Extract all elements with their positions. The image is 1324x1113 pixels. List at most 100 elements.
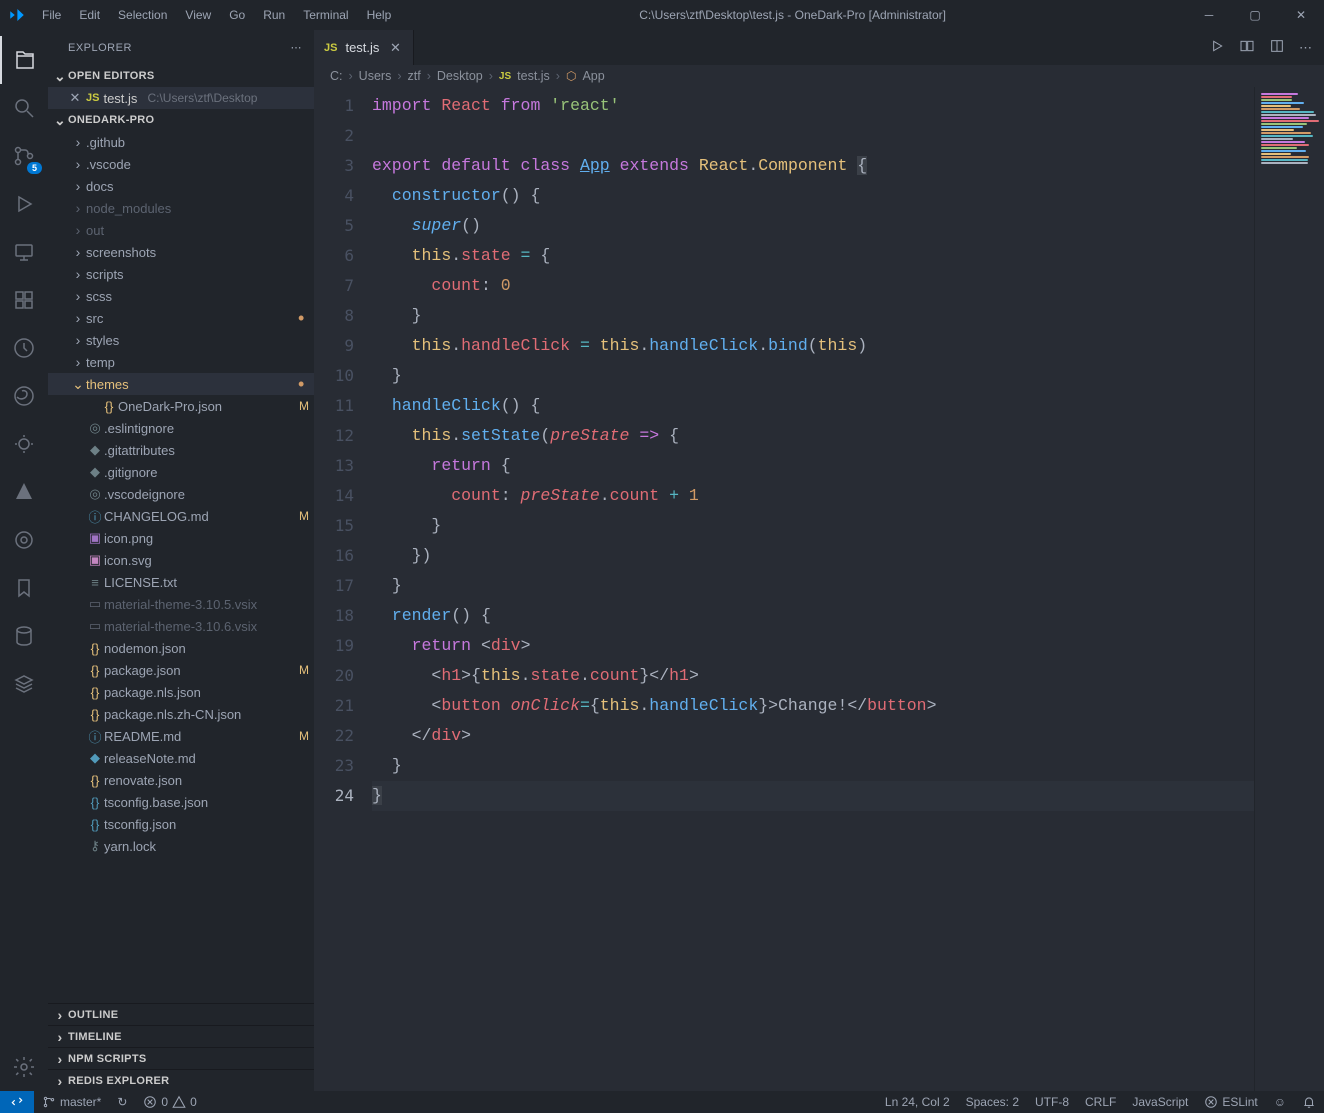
menu-item-terminal[interactable]: Terminal bbox=[295, 2, 356, 28]
menu-item-go[interactable]: Go bbox=[221, 2, 253, 28]
tree-item[interactable]: ›temp bbox=[48, 351, 314, 373]
tree-item[interactable]: ⓘREADME.mdM bbox=[48, 725, 314, 747]
close-button[interactable]: ✕ bbox=[1278, 0, 1324, 30]
maximize-button[interactable]: ▢ bbox=[1232, 0, 1278, 30]
tree-item[interactable]: ◆releaseNote.md bbox=[48, 747, 314, 769]
tree-item[interactable]: ▣icon.png bbox=[48, 527, 314, 549]
problems-indicator[interactable]: 0 0 bbox=[135, 1095, 204, 1109]
notifications-icon[interactable] bbox=[1294, 1095, 1324, 1109]
menu-item-run[interactable]: Run bbox=[255, 2, 293, 28]
tree-item[interactable]: {}tsconfig.json bbox=[48, 813, 314, 835]
menu-item-file[interactable]: File bbox=[34, 2, 69, 28]
tree-item-label: temp bbox=[86, 355, 314, 370]
timeline-header[interactable]: ›TIMELINE bbox=[48, 1025, 314, 1047]
settings-gear-icon[interactable] bbox=[0, 1043, 48, 1091]
source-control-icon[interactable]: 5 bbox=[0, 132, 48, 180]
tree-item[interactable]: ›.github bbox=[48, 131, 314, 153]
tree-item-label: .vscode bbox=[86, 157, 314, 172]
tree-item[interactable]: ▭material-theme-3.10.5.vsix bbox=[48, 593, 314, 615]
open-editors-header[interactable]: ⌄OPEN EDITORS bbox=[48, 65, 314, 87]
breadcrumb-segment[interactable]: test.js bbox=[517, 69, 550, 83]
menu-item-help[interactable]: Help bbox=[359, 2, 400, 28]
tree-item[interactable]: {}package.nls.json bbox=[48, 681, 314, 703]
extensions-icon[interactable] bbox=[0, 276, 48, 324]
tree-item[interactable]: ›src• bbox=[48, 307, 314, 329]
tree-item[interactable]: {}tsconfig.base.json bbox=[48, 791, 314, 813]
tree-item[interactable]: {}package.jsonM bbox=[48, 659, 314, 681]
code-editor[interactable]: import React from 'react' export default… bbox=[372, 87, 1254, 1091]
tree-item[interactable]: {}nodemon.json bbox=[48, 637, 314, 659]
tree-item[interactable]: ›scripts bbox=[48, 263, 314, 285]
tree-item[interactable]: {}package.nls.zh-CN.json bbox=[48, 703, 314, 725]
eslint-status[interactable]: ESLint bbox=[1196, 1095, 1265, 1109]
indentation[interactable]: Spaces: 2 bbox=[958, 1095, 1027, 1109]
tree-item[interactable]: ›out bbox=[48, 219, 314, 241]
cursor-position[interactable]: Ln 24, Col 2 bbox=[877, 1095, 958, 1109]
open-editor-item[interactable]: ✕ JS test.js C:\Users\ztf\Desktop bbox=[48, 87, 314, 109]
npm-scripts-header[interactable]: ›NPM SCRIPTS bbox=[48, 1047, 314, 1069]
run-icon[interactable] bbox=[1209, 38, 1225, 57]
git-branch[interactable]: master* bbox=[34, 1095, 109, 1109]
breadcrumb-segment[interactable]: ztf bbox=[408, 69, 421, 83]
close-icon[interactable]: ✕ bbox=[68, 90, 82, 106]
bookmarks-icon[interactable] bbox=[0, 564, 48, 612]
tree-item[interactable]: ⓘCHANGELOG.mdM bbox=[48, 505, 314, 527]
breadcrumb-segment[interactable]: Users bbox=[359, 69, 392, 83]
tree-item-label: LICENSE.txt bbox=[104, 575, 314, 590]
tree-item[interactable]: ›node_modules bbox=[48, 197, 314, 219]
breadcrumb-segment[interactable]: C: bbox=[330, 69, 343, 83]
more-actions-icon[interactable]: ⋯ bbox=[1299, 40, 1312, 56]
file-icon: ▭ bbox=[86, 596, 104, 612]
eol[interactable]: CRLF bbox=[1077, 1095, 1124, 1109]
tree-item[interactable]: ⌄themes• bbox=[48, 373, 314, 395]
tree-item[interactable]: ›.vscode bbox=[48, 153, 314, 175]
tree-item[interactable]: ›screenshots bbox=[48, 241, 314, 263]
close-tab-icon[interactable]: ✕ bbox=[387, 40, 403, 56]
tree-item-label: releaseNote.md bbox=[104, 751, 314, 766]
more-icon[interactable]: ⋯ bbox=[291, 41, 303, 54]
tab-testjs[interactable]: JS test.js ✕ bbox=[314, 30, 414, 65]
feedback-icon[interactable]: ☺ bbox=[1266, 1095, 1294, 1109]
run-debug-icon[interactable] bbox=[0, 180, 48, 228]
project-header[interactable]: ⌄ONEDARK-PRO bbox=[48, 109, 314, 131]
tree-item[interactable]: ›scss bbox=[48, 285, 314, 307]
tree-item[interactable]: ›styles bbox=[48, 329, 314, 351]
breadcrumbs[interactable]: C:›Users›ztf›Desktop›JStest.js›⬡App bbox=[314, 65, 1324, 87]
tree-item[interactable]: ▭material-theme-3.10.6.vsix bbox=[48, 615, 314, 637]
language-mode[interactable]: JavaScript bbox=[1124, 1095, 1196, 1109]
tree-item[interactable]: ▣icon.svg bbox=[48, 549, 314, 571]
encoding[interactable]: UTF-8 bbox=[1027, 1095, 1077, 1109]
azure-icon[interactable] bbox=[0, 468, 48, 516]
tree-item[interactable]: {}OneDark-Pro.jsonM bbox=[48, 395, 314, 417]
search-icon[interactable] bbox=[0, 84, 48, 132]
tree-item[interactable]: {}renovate.json bbox=[48, 769, 314, 791]
split-editor-icon[interactable] bbox=[1269, 38, 1285, 57]
breadcrumb-segment[interactable]: App bbox=[582, 69, 604, 83]
menu-item-selection[interactable]: Selection bbox=[110, 2, 175, 28]
tree-item[interactable]: ◆.gitattributes bbox=[48, 439, 314, 461]
minimize-button[interactable]: ─ bbox=[1186, 0, 1232, 30]
remote-indicator[interactable] bbox=[0, 1091, 34, 1113]
sync-button[interactable]: ↻ bbox=[109, 1095, 135, 1109]
tree-item[interactable]: ◎.eslintignore bbox=[48, 417, 314, 439]
tree-item[interactable]: ⚷yarn.lock bbox=[48, 835, 314, 857]
tree-item[interactable]: ≡LICENSE.txt bbox=[48, 571, 314, 593]
layers-icon[interactable] bbox=[0, 660, 48, 708]
docker-icon[interactable] bbox=[0, 516, 48, 564]
database-icon[interactable] bbox=[0, 612, 48, 660]
breadcrumb-segment[interactable]: Desktop bbox=[437, 69, 483, 83]
git-graph-icon[interactable] bbox=[0, 324, 48, 372]
tree-item[interactable]: ◆.gitignore bbox=[48, 461, 314, 483]
menu-item-edit[interactable]: Edit bbox=[71, 2, 108, 28]
menu-item-view[interactable]: View bbox=[177, 2, 219, 28]
outline-header[interactable]: ›OUTLINE bbox=[48, 1003, 314, 1025]
tree-item[interactable]: ◎.vscodeignore bbox=[48, 483, 314, 505]
remote-explorer-icon[interactable] bbox=[0, 228, 48, 276]
edge-icon[interactable] bbox=[0, 372, 48, 420]
gitlens-icon[interactable] bbox=[0, 420, 48, 468]
minimap[interactable] bbox=[1254, 87, 1324, 1091]
explorer-icon[interactable] bbox=[0, 36, 48, 84]
redis-explorer-header[interactable]: ›REDIS EXPLORER bbox=[48, 1069, 314, 1091]
tree-item[interactable]: ›docs bbox=[48, 175, 314, 197]
compare-icon[interactable] bbox=[1239, 38, 1255, 57]
